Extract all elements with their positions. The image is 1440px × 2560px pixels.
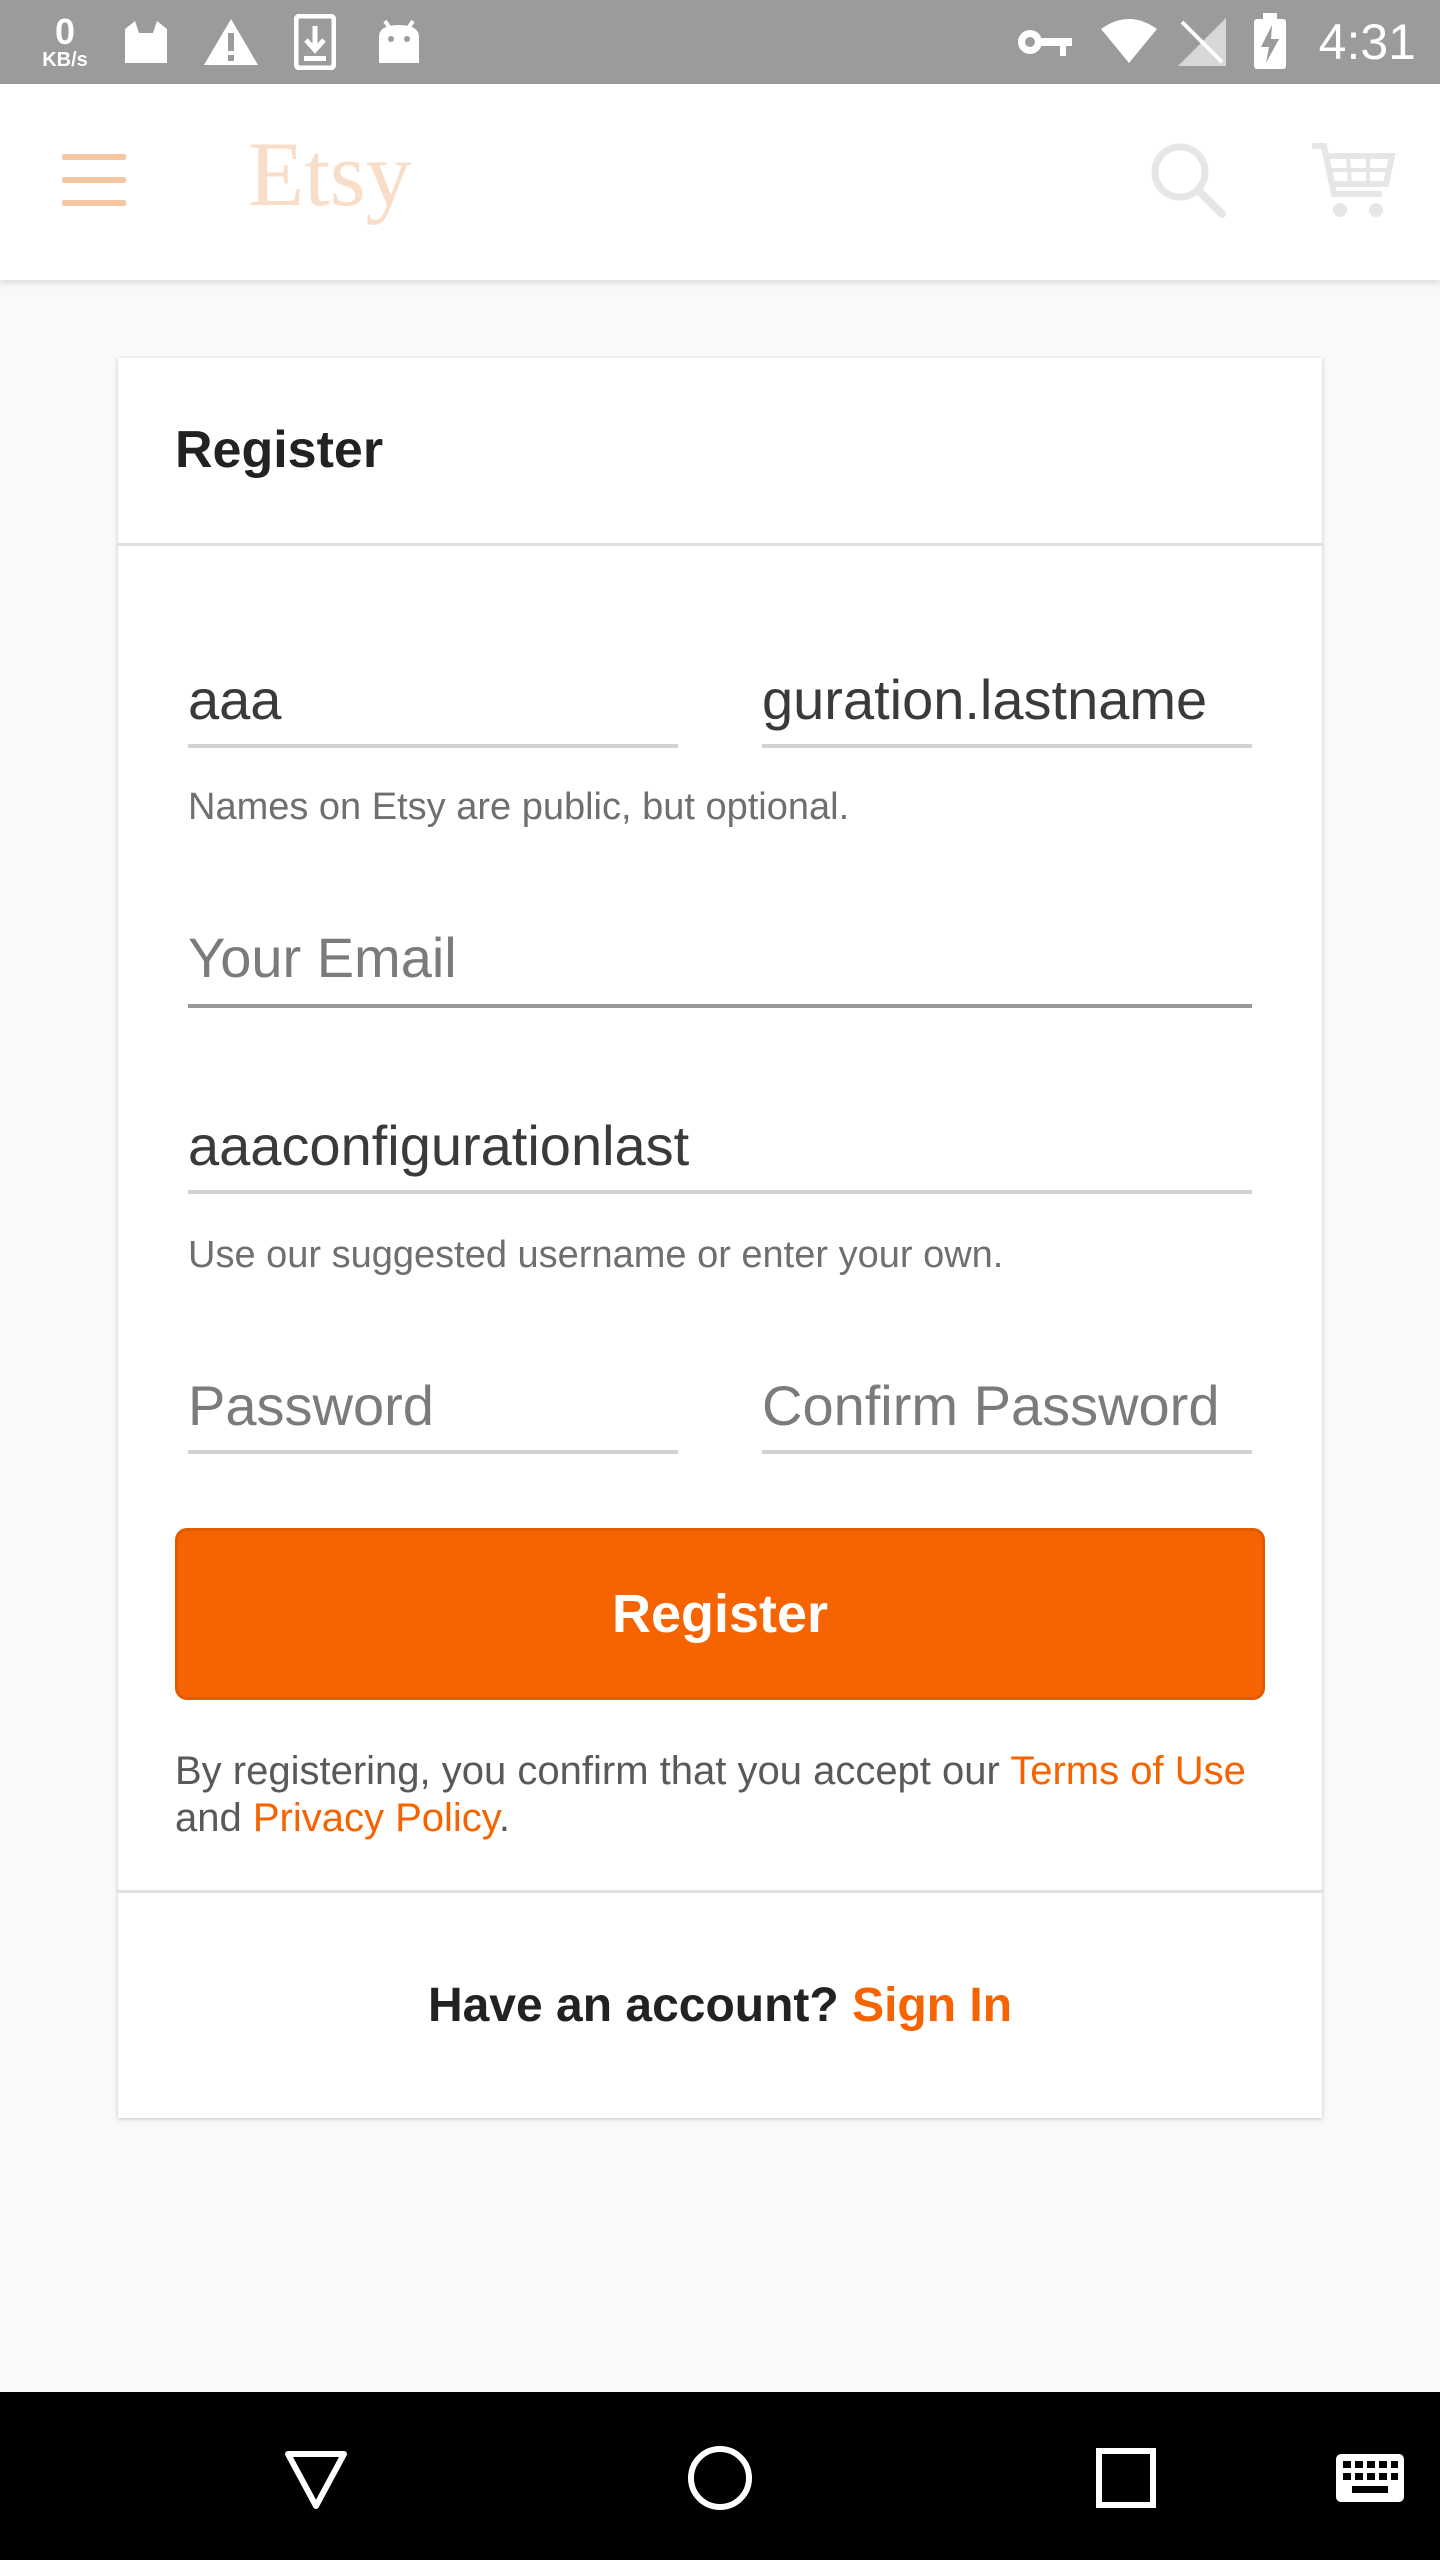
sign-in-link[interactable]: Sign In [852, 1979, 1012, 2032]
username-helper-text: Use our suggested username or enter your… [188, 1234, 1004, 1276]
battery-charging-icon [1250, 0, 1290, 84]
etsy-logo[interactable]: Etsy [248, 128, 412, 220]
net-speed-indicator: 0 KB/s [30, 0, 100, 84]
warning-icon [200, 0, 262, 84]
password-field[interactable]: Password [188, 1374, 678, 1454]
terms-of-use-link[interactable]: Terms of Use [1010, 1749, 1246, 1793]
status-bar: 0 KB/s 4:31 [0, 0, 1440, 84]
android-icon [374, 0, 424, 84]
header-divider [118, 543, 1322, 546]
legal-prefix: By registering, you confirm that you acc… [175, 1749, 1011, 1793]
first-name-field[interactable]: aaa [188, 668, 678, 748]
last-name-field[interactable]: guration.lastname [762, 668, 1252, 748]
menu-icon[interactable] [62, 150, 132, 210]
status-time: 4:31 [1318, 14, 1416, 70]
footer-divider [118, 1890, 1322, 1893]
privacy-policy-link[interactable]: Privacy Policy [253, 1796, 499, 1840]
wifi-icon [1098, 0, 1160, 84]
legal-suffix: . [498, 1796, 510, 1840]
email-field[interactable]: Your Email [188, 926, 1252, 1008]
key-icon [1015, 0, 1075, 84]
names-helper-text: Names on Etsy are public, but optional. [188, 786, 850, 828]
card-title: Register [175, 421, 384, 479]
cat-icon [118, 0, 174, 84]
legal-text: By registering, you confirm that you acc… [175, 1748, 1265, 1842]
download-icon [292, 0, 338, 84]
home-icon[interactable] [686, 2444, 754, 2512]
confirm-password-field[interactable]: Confirm Password [762, 1374, 1252, 1454]
have-account-text: Have an account? [427, 1979, 853, 2032]
legal-and: and [175, 1796, 253, 1840]
register-button[interactable]: Register [175, 1528, 1265, 1700]
net-speed-unit: KB/s [42, 49, 88, 71]
back-icon[interactable] [282, 2444, 350, 2512]
no-sim-icon [1174, 0, 1230, 84]
search-icon[interactable] [1148, 140, 1228, 220]
keyboard-icon[interactable] [1334, 2452, 1406, 2504]
cart-icon[interactable] [1310, 138, 1396, 224]
net-speed-value: 0 [54, 11, 76, 52]
sign-in-row: Have an account? Sign In [118, 1978, 1322, 2033]
recents-icon[interactable] [1094, 2446, 1158, 2510]
username-field[interactable]: aaaconfigurationlast [188, 1114, 1252, 1194]
